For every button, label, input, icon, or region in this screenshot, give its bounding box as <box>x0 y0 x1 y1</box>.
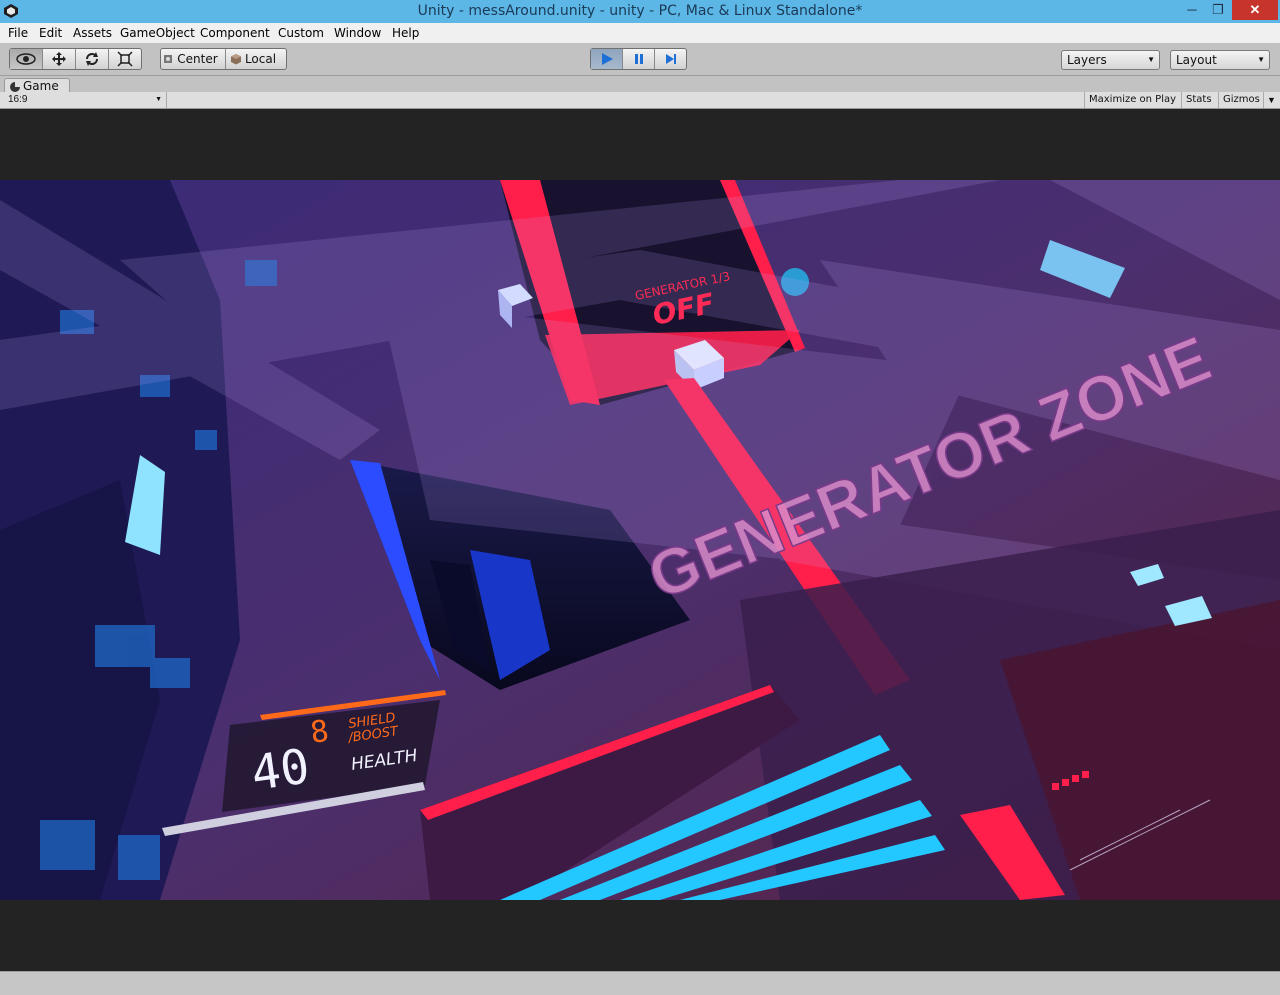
game-view-toolbar: 16:9 ▼ Maximize on Play Stats Gizmos ▼ <box>0 92 1280 109</box>
main-toolbar: Center Local Layers ▼ Layout ▼ <box>0 43 1280 76</box>
step-button[interactable] <box>655 49 686 69</box>
rotate-icon <box>86 52 98 66</box>
space-local-label: Local <box>244 52 277 66</box>
local-space-cube-icon <box>230 54 241 65</box>
status-bar <box>0 971 1280 995</box>
tab-bar: Game <box>0 76 1280 94</box>
chevron-down-icon: ▼ <box>1147 55 1155 64</box>
rotate-tool-button[interactable] <box>76 49 109 69</box>
menu-edit[interactable]: Edit <box>39 23 62 43</box>
stats-toggle[interactable]: Stats <box>1181 92 1216 108</box>
close-button[interactable]: ✕ <box>1232 0 1278 20</box>
move-tool-button[interactable] <box>43 49 76 69</box>
menu-gameobject[interactable]: GameObject <box>120 23 195 43</box>
game-scene: 8 SHIELD /BOOST 40 HEALTH GENERATOR 1/3 … <box>0 180 1280 900</box>
scale-icon <box>117 51 133 67</box>
pivot-center-label: Center <box>177 52 218 66</box>
move-arrows-icon <box>52 52 66 66</box>
layout-label: Layout <box>1176 53 1217 67</box>
menu-help[interactable]: Help <box>392 23 419 43</box>
play-button[interactable] <box>591 49 623 69</box>
letterbox-top <box>0 109 1280 180</box>
window-title: Unity - messAround.unity - unity - PC, M… <box>417 3 863 19</box>
chevron-down-icon: ▼ <box>155 96 162 103</box>
step-forward-icon <box>665 54 676 64</box>
playmode-controls <box>590 48 687 70</box>
pivot-toggles: Center Local <box>160 48 287 70</box>
aspect-ratio-value: 16:9 <box>8 94 28 105</box>
eye-icon <box>16 53 36 65</box>
layers-label: Layers <box>1067 53 1107 67</box>
menu-custom[interactable]: Custom <box>278 23 324 43</box>
menu-assets[interactable]: Assets <box>73 23 112 43</box>
menu-bar: File Edit Assets GameObject Component Cu… <box>0 23 1280 43</box>
pause-button[interactable] <box>623 49 655 69</box>
play-icon <box>601 53 613 65</box>
pivot-center-button[interactable]: Center <box>161 49 226 69</box>
aspect-ratio-dropdown[interactable]: 16:9 ▼ <box>8 92 167 108</box>
game-viewport[interactable]: 8 SHIELD /BOOST 40 HEALTH GENERATOR 1/3 … <box>0 180 1280 900</box>
letterbox-bottom <box>0 900 1280 971</box>
scale-tool-button[interactable] <box>109 49 141 69</box>
pause-icon <box>634 54 643 64</box>
title-bar: Unity - messAround.unity - unity - PC, M… <box>0 0 1280 23</box>
minimize-button[interactable]: ─ <box>1180 0 1204 20</box>
maximize-on-play-toggle[interactable]: Maximize on Play <box>1084 92 1180 108</box>
layers-dropdown[interactable]: Layers ▼ <box>1061 50 1160 70</box>
chevron-down-icon: ▼ <box>1257 55 1265 64</box>
view-tool-button[interactable] <box>10 49 43 69</box>
layout-dropdown[interactable]: Layout ▼ <box>1170 50 1270 70</box>
hud-health-value: 40 <box>248 738 313 801</box>
menu-window[interactable]: Window <box>334 23 381 43</box>
maximize-button[interactable]: ❐ <box>1206 0 1230 20</box>
menu-file[interactable]: File <box>8 23 28 43</box>
center-pivot-icon <box>164 55 173 63</box>
menu-component[interactable]: Component <box>200 23 270 43</box>
gizmos-toggle[interactable]: Gizmos <box>1218 92 1264 108</box>
panel-menu-icon[interactable]: ▼ <box>1263 92 1279 108</box>
space-local-button[interactable]: Local <box>226 49 286 69</box>
transform-tools <box>9 48 142 70</box>
